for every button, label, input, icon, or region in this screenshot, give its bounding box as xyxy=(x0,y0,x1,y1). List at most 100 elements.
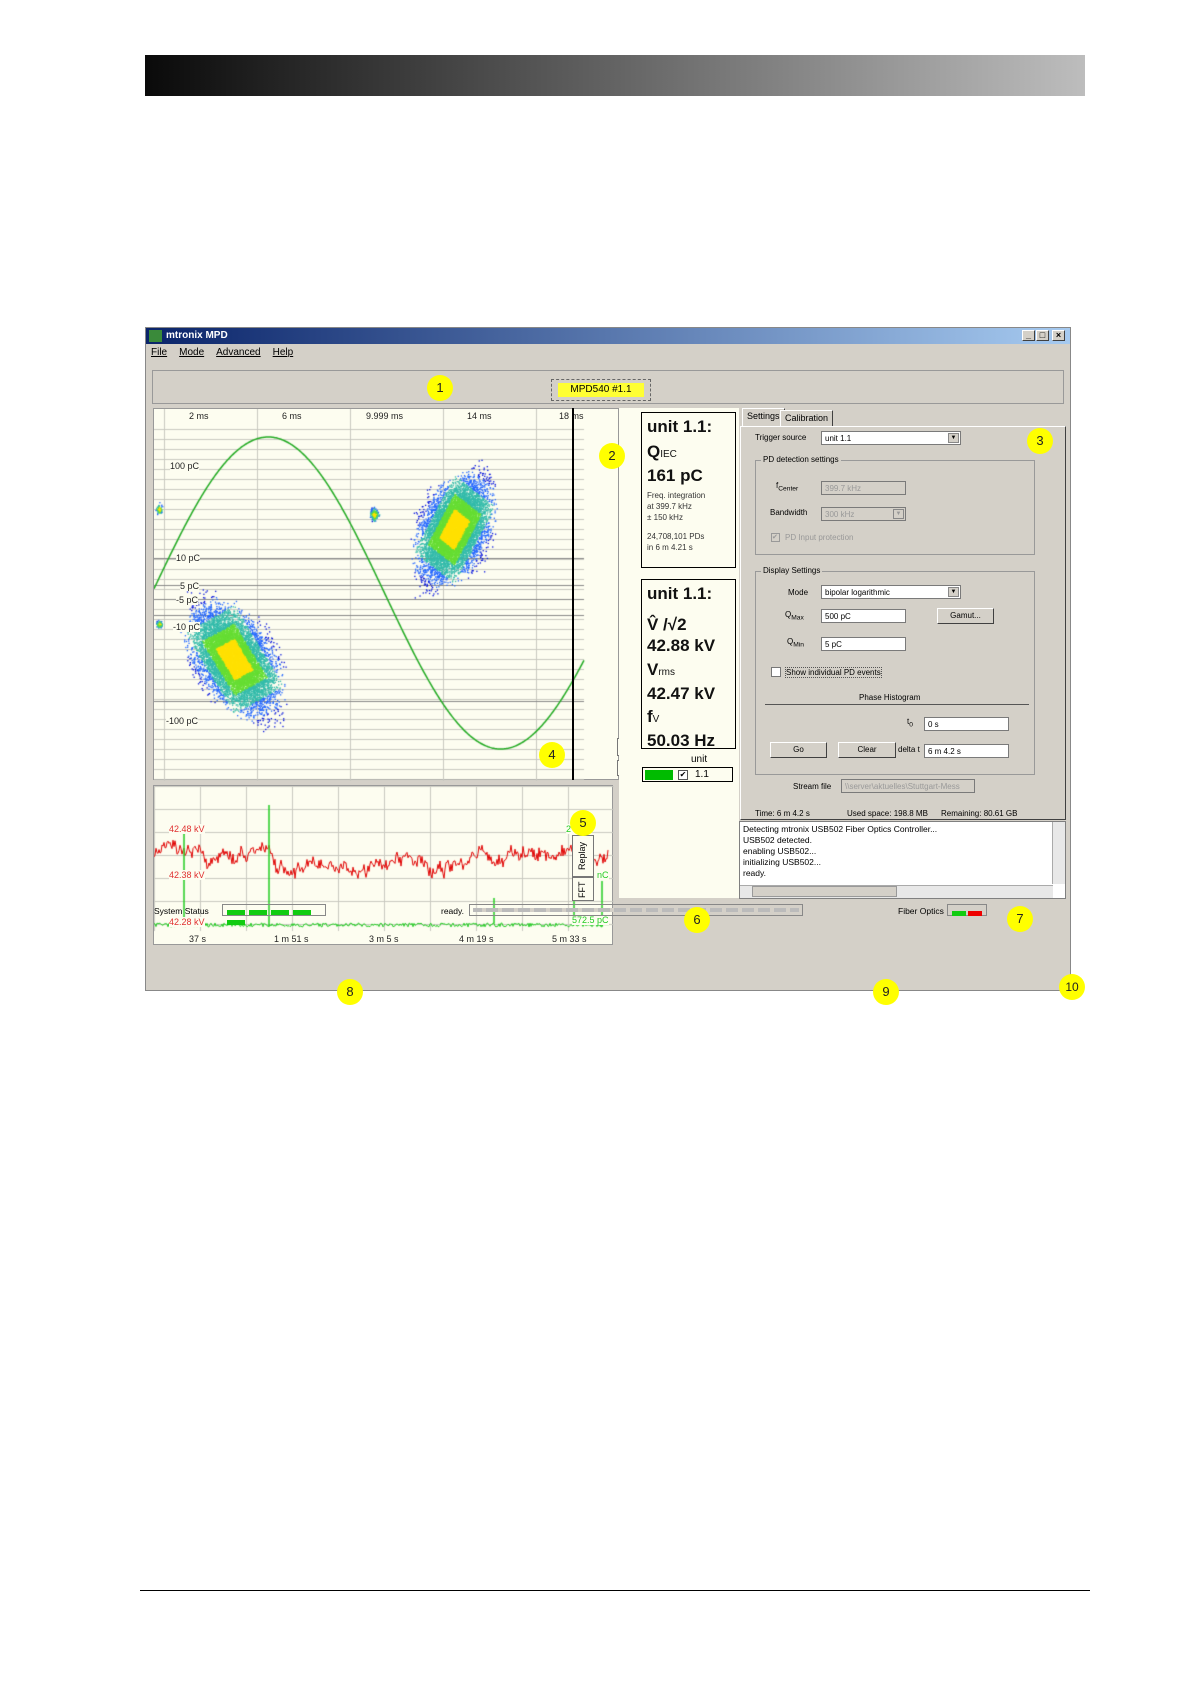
phase-histogram-label: Phase Histogram xyxy=(859,693,921,702)
note: Freq. integration xyxy=(647,491,706,500)
charge-value: 161 pC xyxy=(647,466,703,485)
y-label: -5 pC xyxy=(176,595,199,605)
mode-label: Mode xyxy=(788,588,809,597)
device-tag[interactable]: MPD540 #1.1 xyxy=(551,379,651,401)
tab-calibration[interactable]: Calibration xyxy=(780,410,834,426)
stream-file-input[interactable]: \\server\aktuelles\Stuttgart-Mess xyxy=(841,779,975,793)
maximize-button[interactable]: □ xyxy=(1036,330,1049,341)
callout-marker: 1 xyxy=(427,375,453,401)
trigger-source-label: Trigger source xyxy=(755,433,807,442)
trend-canvas xyxy=(154,786,614,946)
status-bar: System Status ready. Fiber Optics xyxy=(146,902,1070,925)
stream-file-label: Stream file xyxy=(793,782,832,791)
trigger-source-select[interactable]: unit 1.1 ▼ xyxy=(821,431,961,445)
voltage-label: 42.48 kV xyxy=(169,824,205,834)
menu-help[interactable]: Help xyxy=(273,347,294,358)
f-sub: V xyxy=(652,714,660,725)
v-peak-label: V̂ /√2 xyxy=(647,615,687,634)
v-peak-value: 42.88 kV xyxy=(647,636,716,655)
y-label: -100 pC xyxy=(166,716,199,726)
legend-color-swatch xyxy=(645,770,673,780)
settings-panel: Settings Calibration Trigger source unit… xyxy=(740,408,1066,820)
divider xyxy=(765,704,1029,705)
qmin-input[interactable]: 5 pC xyxy=(821,637,906,651)
log-line: Detecting mtronix USB502 Fiber Optics Co… xyxy=(743,824,938,834)
elapsed-time: Time: 6 m 4.2 s xyxy=(755,809,810,818)
minimize-button[interactable]: _ xyxy=(1022,330,1035,341)
fiber-optics-label: Fiber Optics xyxy=(898,906,944,916)
mode-select[interactable]: bipolar logarithmic ▼ xyxy=(821,585,961,599)
note: at 399.7 kHz xyxy=(647,502,692,511)
callout-marker: 6 xyxy=(684,907,710,933)
prpd-plot[interactable]: 2 ms 6 ms 9.999 ms 14 ms 18 ms 100 pC 10… xyxy=(153,408,620,781)
ready-status: ready. xyxy=(441,906,464,916)
log-line: initializing USB502... xyxy=(743,857,821,867)
x-tick: 6 ms xyxy=(282,411,302,421)
vrms-value: 42.47 kV xyxy=(647,684,716,703)
title-bar: mtronix MPD _ □ × xyxy=(146,328,1070,344)
horizontal-scrollbar[interactable] xyxy=(740,885,1053,898)
tab-settings[interactable]: Settings xyxy=(742,408,785,426)
legend-checkbox[interactable]: ✔ xyxy=(678,770,688,780)
x-tick: 14 ms xyxy=(467,411,492,421)
header-gradient-bar xyxy=(145,55,1085,96)
remaining-space: Remaining: 80.61 GB xyxy=(941,809,1018,818)
close-button[interactable]: × xyxy=(1052,330,1065,341)
legend-header: unit xyxy=(691,754,708,765)
show-pd-events-checkbox[interactable] xyxy=(771,667,781,677)
system-status-label: System Status xyxy=(154,906,209,916)
menu-advanced[interactable]: Advanced xyxy=(216,347,260,358)
menu-mode[interactable]: Mode xyxy=(179,347,204,358)
y-label: 10 pC xyxy=(176,553,201,563)
bandwidth-select[interactable]: 300 kHz ▼ xyxy=(821,507,906,521)
clear-button[interactable]: Clear xyxy=(838,742,896,758)
y-label: -10 pC xyxy=(173,622,201,632)
readout-title: unit 1.1: xyxy=(647,584,713,603)
callout-marker: 10 xyxy=(1059,974,1085,1000)
tab-fft[interactable]: FFT xyxy=(572,877,594,901)
tab-replay[interactable]: Replay xyxy=(572,835,594,877)
vrms-label: V xyxy=(647,660,659,679)
x-tick: 5 m 33 s xyxy=(552,934,587,944)
menu-file[interactable]: File xyxy=(151,347,167,358)
callout-marker: 5 xyxy=(570,810,596,836)
callout-marker: 4 xyxy=(539,742,565,768)
pd-input-protection-label: PD Input protection xyxy=(785,533,854,542)
frequency-value: 50.03 Hz xyxy=(647,731,716,750)
device-toolbar: MPD540 #1.1 xyxy=(152,370,1064,404)
delta-t-label: delta t xyxy=(898,745,920,754)
pd-duration: in 6 m 4.21 s xyxy=(647,543,693,552)
plot-divider xyxy=(572,408,574,780)
t0-input[interactable]: 0 s xyxy=(924,717,1009,731)
y-label: 5 pC xyxy=(180,581,200,591)
x-tick: 3 m 5 s xyxy=(369,934,399,944)
chevron-down-icon: ▼ xyxy=(948,587,959,597)
footer-rule xyxy=(140,1590,1090,1591)
readout-title: unit 1.1: xyxy=(647,417,713,436)
log-line: ready. xyxy=(743,868,766,878)
q-label: Q xyxy=(647,442,661,461)
gamut-button[interactable]: Gamut... xyxy=(937,608,994,624)
pd-input-protection-checkbox[interactable]: ✔ xyxy=(771,533,780,542)
charge-readout: unit 1.1: QIEC 161 pC Freq. integration … xyxy=(641,412,736,568)
vertical-scrollbar[interactable] xyxy=(1052,822,1065,884)
log-line: USB502 detected. xyxy=(743,835,812,845)
callout-marker: 7 xyxy=(1007,906,1033,932)
group-title: PD detection settings xyxy=(761,455,841,464)
voltage-readout: unit 1.1: V̂ /√2 42.88 kV Vrms 42.47 kV … xyxy=(641,579,736,750)
delta-t-input[interactable]: 6 m 4.2 s xyxy=(924,744,1009,758)
fcenter-input[interactable]: 399.7 kHz xyxy=(821,481,906,495)
app-icon xyxy=(149,330,162,342)
vrms-sub: rms xyxy=(658,667,676,678)
qmax-input[interactable]: 500 pC xyxy=(821,609,906,623)
y-label: 100 pC xyxy=(170,461,200,471)
fiber-optics-indicator xyxy=(947,904,987,916)
voltage-label: 42.38 kV xyxy=(169,870,205,880)
x-tick: 37 s xyxy=(189,934,207,944)
menu-bar: File Mode Advanced Help xyxy=(151,347,293,358)
go-button[interactable]: Go xyxy=(770,742,827,758)
note: ± 150 kHz xyxy=(647,513,683,522)
system-status-indicator xyxy=(222,904,326,925)
callout-marker: 2 xyxy=(599,443,625,469)
chevron-down-icon: ▼ xyxy=(948,433,959,443)
